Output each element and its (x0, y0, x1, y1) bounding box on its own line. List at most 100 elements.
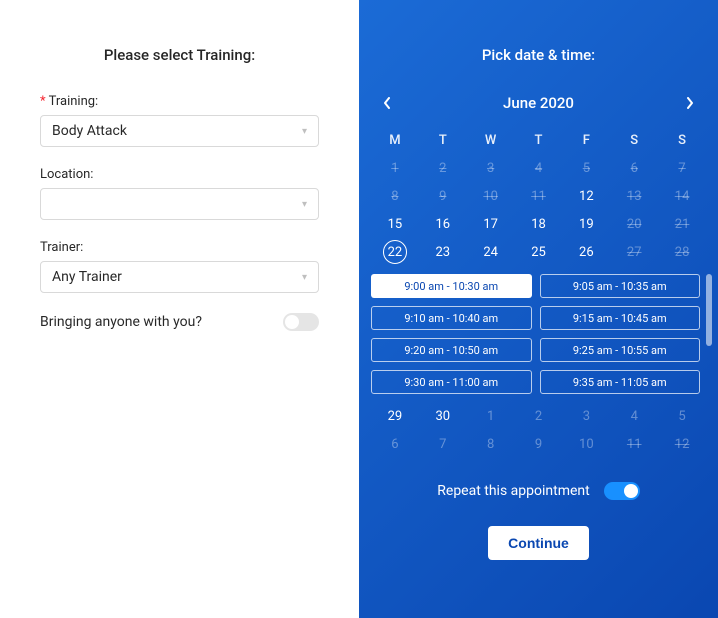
toggle-knob (624, 484, 638, 498)
bring-label: Bringing anyone with you? (40, 314, 202, 330)
calendar-day: 11 (515, 182, 563, 210)
calendar-day: 1 (371, 154, 419, 182)
time-slot[interactable]: 9:20 am - 10:50 am (371, 338, 532, 362)
trainer-field: Trainer: Any Trainer ▾ (40, 240, 319, 293)
calendar-day: 7 (658, 154, 706, 182)
location-field: Location: ▾ (40, 167, 319, 220)
calendar-day: 6 (610, 154, 658, 182)
next-month-button[interactable] (682, 95, 698, 111)
calendar-day: 8 (467, 430, 515, 458)
training-label: Training: (40, 94, 319, 109)
calendar-day: 10 (562, 430, 610, 458)
left-title: Please select Training: (40, 46, 319, 64)
training-field: Training: Body Attack ▾ (40, 94, 319, 147)
calendar-week: 22232425262728 (371, 238, 706, 266)
calendar-day: 28 (658, 238, 706, 266)
bring-toggle[interactable] (283, 313, 319, 331)
calendar-day: 7 (419, 430, 467, 458)
calendar-day[interactable]: 18 (515, 210, 563, 238)
toggle-knob (285, 315, 299, 329)
calendar-day: 5 (562, 154, 610, 182)
calendar-day: 27 (610, 238, 658, 266)
time-slot[interactable]: 9:05 am - 10:35 am (540, 274, 701, 298)
calendar-week: 293012345 (371, 402, 706, 430)
trainer-value: Any Trainer (52, 269, 122, 285)
time-slot[interactable]: 9:30 am - 11:00 am (371, 370, 532, 394)
calendar-day[interactable]: 24 (467, 238, 515, 266)
calendar: MTWTFSS 12345678910111213141516171819202… (359, 126, 718, 266)
left-panel: Please select Training: Training: Body A… (0, 0, 359, 618)
calendar-week: 15161718192021 (371, 210, 706, 238)
calendar-day: 8 (371, 182, 419, 210)
calendar-day: 11 (610, 430, 658, 458)
calendar-day: 12 (658, 430, 706, 458)
chevron-down-icon: ▾ (302, 126, 307, 137)
calendar-day[interactable]: 30 (419, 402, 467, 430)
calendar-day: 20 (610, 210, 658, 238)
bring-row: Bringing anyone with you? (40, 313, 319, 331)
continue-button[interactable]: Continue (488, 526, 589, 560)
calendar-day: 13 (610, 182, 658, 210)
calendar-day: 4 (515, 154, 563, 182)
chevron-down-icon: ▾ (302, 272, 307, 283)
calendar-day[interactable]: 22 (371, 238, 419, 266)
time-slot[interactable]: 9:25 am - 10:55 am (540, 338, 701, 362)
month-label: June 2020 (395, 94, 682, 112)
calendar-day: 1 (467, 402, 515, 430)
repeat-label: Repeat this appointment (437, 483, 589, 499)
time-slot[interactable]: 9:35 am - 11:05 am (540, 370, 701, 394)
time-slot[interactable]: 9:00 am - 10:30 am (371, 274, 532, 298)
calendar-day[interactable]: 12 (562, 182, 610, 210)
calendar-day: 6 (371, 430, 419, 458)
location-label: Location: (40, 167, 319, 182)
training-select[interactable]: Body Attack ▾ (40, 115, 319, 147)
right-panel: Pick date & time: June 2020 MTWTFSS 1234… (359, 0, 718, 618)
calendar-day: 3 (467, 154, 515, 182)
calendar-day[interactable]: 19 (562, 210, 610, 238)
calendar-day: 21 (658, 210, 706, 238)
weekday-head: S (610, 126, 658, 154)
calendar-week: 1234567 (371, 154, 706, 182)
calendar-day[interactable]: 15 (371, 210, 419, 238)
calendar-day[interactable]: 17 (467, 210, 515, 238)
time-slot[interactable]: 9:15 am - 10:45 am (540, 306, 701, 330)
month-nav: June 2020 (359, 94, 718, 112)
calendar-day: 14 (658, 182, 706, 210)
calendar-day[interactable]: 25 (515, 238, 563, 266)
chevron-left-icon (383, 97, 391, 109)
training-value: Body Attack (52, 123, 127, 139)
calendar-day: 3 (562, 402, 610, 430)
calendar-day: 2 (515, 402, 563, 430)
prev-month-button[interactable] (379, 95, 395, 111)
repeat-row: Repeat this appointment (359, 482, 718, 500)
scrollbar[interactable] (706, 274, 712, 394)
repeat-toggle[interactable] (604, 482, 640, 500)
calendar-day: 9 (515, 430, 563, 458)
calendar-week: 6789101112 (371, 430, 706, 458)
calendar-day: 5 (658, 402, 706, 430)
weekday-head: W (467, 126, 515, 154)
calendar-day: 10 (467, 182, 515, 210)
weekday-head: T (419, 126, 467, 154)
calendar-day[interactable]: 26 (562, 238, 610, 266)
scrollbar-thumb[interactable] (706, 274, 712, 346)
calendar-day: 4 (610, 402, 658, 430)
chevron-right-icon (686, 97, 694, 109)
trainer-select[interactable]: Any Trainer ▾ (40, 261, 319, 293)
location-select[interactable]: ▾ (40, 188, 319, 220)
calendar-day[interactable]: 16 (419, 210, 467, 238)
trainer-label: Trainer: (40, 240, 319, 255)
chevron-down-icon: ▾ (302, 199, 307, 210)
weekday-head: T (515, 126, 563, 154)
calendar-day[interactable]: 29 (371, 402, 419, 430)
time-slot[interactable]: 9:10 am - 10:40 am (371, 306, 532, 330)
weekday-head: M (371, 126, 419, 154)
calendar-day: 9 (419, 182, 467, 210)
right-title: Pick date & time: (359, 46, 718, 64)
time-slots: 9:00 am - 10:30 am 9:05 am - 10:35 am 9:10… (371, 274, 706, 394)
weekday-head: S (658, 126, 706, 154)
calendar-week: 891011121314 (371, 182, 706, 210)
calendar-day[interactable]: 23 (419, 238, 467, 266)
weekday-head: F (562, 126, 610, 154)
weekday-header-row: MTWTFSS (371, 126, 706, 154)
